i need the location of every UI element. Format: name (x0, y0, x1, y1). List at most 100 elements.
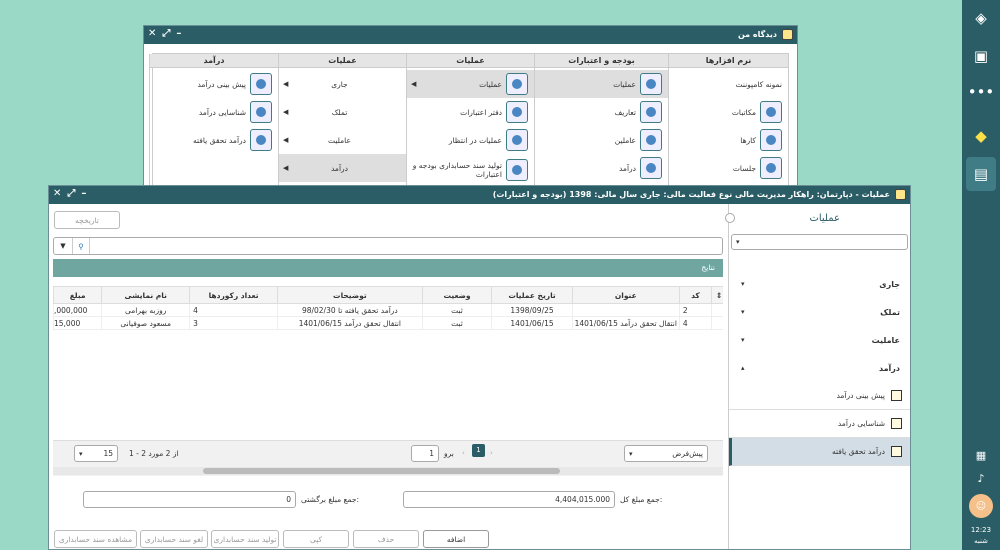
page-1-button[interactable]: 1 (472, 444, 485, 457)
pending-icon (506, 129, 528, 151)
delete-button[interactable]: حذف (353, 530, 419, 548)
col-header-code[interactable]: کد (678, 286, 713, 304)
minimize-icon[interactable]: – (81, 188, 86, 199)
goto-label[interactable]: برو (444, 449, 454, 458)
tree-filter-select[interactable]: ▾ (731, 234, 908, 250)
window-icon (782, 29, 793, 40)
history-button[interactable]: تاریخچه (54, 211, 120, 229)
menu-item[interactable]: جلسات (669, 154, 788, 182)
col-header-amount[interactable]: مبلغ (53, 286, 103, 304)
mail-icon (760, 101, 782, 123)
menu-item[interactable]: دفتر اعتبارات (407, 98, 534, 126)
income-icon (640, 157, 662, 179)
maximize-icon[interactable]: ⤢ (162, 28, 170, 39)
tree-node-acquisition[interactable]: ▾ تملک (729, 298, 910, 326)
document-icon (891, 390, 902, 401)
total-amount-field: 4,404,015.000 (403, 491, 615, 508)
menu-item[interactable]: تملک ◀ (279, 98, 406, 126)
side-panel-title: عملیات (809, 213, 840, 224)
menu-column-operations: عملیات عملیات ◀ دفتر اعتبارات عملیات در ا… (406, 54, 534, 188)
results-header: نتایج (53, 259, 723, 277)
forecast-icon (250, 73, 272, 95)
view-voucher-button[interactable]: مشاهده سند حسابداری (54, 530, 137, 548)
menu-item[interactable]: عملیات ◀ (407, 70, 534, 98)
menu-item[interactable]: درآمد ◀ (279, 154, 406, 182)
view-select[interactable]: ▾ پیش‌فرض (624, 445, 708, 462)
return-amount-field: 0 (83, 491, 296, 508)
menu-item[interactable]: عاملیت ◀ (279, 126, 406, 154)
prev-page-icon[interactable]: ‹ (462, 449, 465, 457)
close-icon[interactable]: ✕ (148, 28, 156, 39)
realized-icon (250, 129, 272, 151)
menu-item[interactable]: تعاریف (535, 98, 668, 126)
app-logo-icon[interactable]: ◈ (969, 6, 993, 30)
tree-node-current[interactable]: ▾ جاری (729, 270, 910, 298)
minimize-icon[interactable]: – (176, 28, 181, 39)
page-size-select[interactable]: ▾ 15 (74, 445, 118, 462)
window-icon (895, 189, 906, 200)
users-icon (640, 129, 662, 151)
cancel-voucher-button[interactable]: لغو سند حسابداری (140, 530, 208, 548)
horizontal-scrollbar[interactable] (53, 467, 723, 475)
col-header-title[interactable]: عنوان (571, 286, 680, 304)
more-icon[interactable]: ••• (968, 80, 995, 104)
clock-time: 12:23 (970, 526, 992, 534)
menu-item[interactable]: نمونه کامپوننت (669, 70, 788, 98)
col-header-status[interactable]: وضعیت (421, 286, 493, 304)
scrollbar-thumb[interactable] (203, 468, 560, 474)
add-button[interactable]: اضافه (423, 530, 489, 548)
menu-item[interactable]: درآمد تحقق یافته (150, 126, 278, 154)
calendar-icon (760, 157, 782, 179)
table-row[interactable]: 2 1398/09/25 ثبت درآمد تحقق یافته تا 98/… (53, 303, 723, 317)
col-header-date[interactable]: تاریخ عملیات (491, 286, 573, 304)
menu-item[interactable]: کارها (669, 126, 788, 154)
document-icon[interactable]: ▤ (969, 162, 993, 186)
next-page-icon[interactable]: › (490, 449, 493, 457)
generate-voucher-button[interactable]: تولید سند حسابداری (211, 530, 279, 548)
pager-summary: 1 - 2 از 2 مورد (129, 449, 179, 458)
menu-item[interactable]: درآمد (535, 154, 668, 182)
arrow-left-icon: ◀ (411, 80, 417, 88)
dashboard-menu: نرم افزارها نمونه کامپوننت مکاتبات کارها… (149, 53, 789, 189)
avatar[interactable]: ☺ (969, 494, 993, 518)
dashboard-titlebar: ✕ ⤢ – دیدگاه من (144, 26, 797, 44)
menu-item[interactable]: جاری ◀ (279, 70, 406, 98)
copy-button[interactable]: کپی (283, 530, 349, 548)
gear-icon (506, 73, 528, 95)
recognize-icon (250, 101, 272, 123)
briefcase-icon[interactable]: ▣ (969, 44, 993, 68)
document-icon (891, 446, 902, 457)
tree-sub-realized[interactable]: درآمد تحقق یافته (729, 438, 910, 466)
tree-node-agency[interactable]: ▾ عاملیت (729, 326, 910, 354)
menu-item[interactable]: پیش بینی درآمد (150, 70, 278, 98)
dropdown-icon[interactable]: ▼ (54, 242, 72, 250)
menu-item[interactable]: عملیات در انتظار (407, 126, 534, 154)
search-bar[interactable]: ▼ ⚲ (53, 237, 723, 255)
menu-item[interactable]: شناسایی درآمد (150, 98, 278, 126)
maximize-icon[interactable]: ⤢ (67, 188, 75, 199)
return-amount-label: جمع مبلغ برگشتی: (301, 495, 360, 504)
menu-item[interactable]: تولید سند حسابداری بودجه و اعتبارات (407, 154, 534, 186)
results-table: ⇕ کد عنوان تاریخ عملیات وضعیت توضیحات تع… (53, 286, 723, 330)
tree-sub-recognize[interactable]: شناسایی درآمد (729, 410, 910, 438)
goto-page-input[interactable]: 1 (411, 445, 439, 462)
menu-item[interactable]: مکاتبات (669, 98, 788, 126)
menu-item[interactable]: عاملین (535, 126, 668, 154)
apps-icon[interactable]: ▦ (969, 443, 993, 467)
tree-node-income[interactable]: ▴ درآمد (729, 354, 910, 382)
logo-icon[interactable]: ◆ (969, 124, 993, 148)
document-icon (891, 418, 902, 429)
table-row[interactable]: 4 انتقال تحقق درآمد 1401/06/15 1401/06/1… (53, 316, 723, 330)
col-header-record-count[interactable]: تعداد رکوردها (189, 286, 279, 304)
search-icon[interactable]: ⚲ (72, 238, 90, 254)
close-icon[interactable]: ✕ (53, 188, 61, 199)
dashboard-window: ✕ ⤢ – دیدگاه من نرم افزارها نمونه کامپوننت… (143, 25, 798, 190)
tree-sub-forecast[interactable]: پیش بینی درآمد (729, 382, 910, 410)
menu-column-software: نرم افزارها نمونه کامپوننت مکاتبات کارها… (668, 54, 788, 188)
menu-column-operation-types: عملیات جاری ◀ تملک ◀ عاملیت ◀ درآمد ◀ (278, 54, 406, 188)
col-header-display-name[interactable]: نام نمایشی (101, 286, 191, 304)
collapse-toggle-icon[interactable] (725, 213, 735, 223)
menu-item[interactable]: عملیات (535, 70, 668, 98)
col-header-description[interactable]: توضیحات (277, 286, 423, 304)
notification-bell-icon[interactable]: ♪ (969, 466, 993, 490)
